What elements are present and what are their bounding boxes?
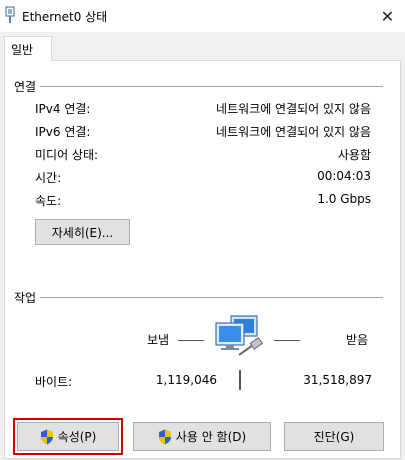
ipv6-label: IPv6 연결: — [35, 125, 91, 139]
details-button[interactable]: 자세히(E)... — [35, 219, 130, 245]
title-bar: Ethernet0 상태 ✕ — [0, 0, 405, 32]
speed-value: 1.0 Gbps — [317, 192, 371, 206]
ipv4-label: IPv4 연결: — [35, 102, 91, 116]
network-adapter-icon — [5, 6, 15, 23]
tab-panel-general — [4, 60, 401, 459]
bytes-label: 바이트: — [35, 375, 73, 389]
activity-divider — [18, 297, 383, 298]
details-button-label: 자세히(E)... — [51, 225, 114, 240]
duration-value: 00:04:03 — [317, 169, 371, 183]
received-line — [274, 340, 300, 341]
sent-line — [178, 340, 204, 341]
duration-label: 시간: — [35, 171, 62, 185]
connection-section-label: 연결 — [14, 78, 41, 95]
diagnose-button[interactable]: 진단(G) — [284, 422, 384, 451]
properties-button-label: 속성(P) — [57, 430, 97, 444]
bytes-received-value: 31,518,897 — [303, 373, 372, 387]
disable-button-label: 사용 안 함(D) — [175, 430, 247, 444]
media-state-label: 미디어 상태: — [35, 148, 99, 162]
connection-divider — [18, 86, 383, 87]
ipv6-value: 네트워크에 연결되어 있지 않음 — [216, 125, 371, 139]
close-icon: ✕ — [380, 6, 395, 26]
speed-label: 속도: — [35, 194, 62, 208]
uac-shield-icon — [40, 429, 53, 444]
sent-label: 보냄 — [147, 333, 170, 347]
media-state-value: 사용함 — [337, 148, 371, 162]
properties-button[interactable]: 속성(P) — [17, 422, 119, 451]
tab-general-label: 일반 — [11, 43, 34, 57]
ipv4-value: 네트워크에 연결되어 있지 않음 — [216, 102, 371, 116]
disable-button[interactable]: 사용 안 함(D) — [133, 422, 271, 451]
tab-general[interactable]: 일반 — [4, 36, 52, 61]
bytes-sent-value: 1,119,046 — [155, 373, 217, 387]
network-computers-icon — [215, 315, 264, 356]
uac-shield-icon — [158, 429, 171, 444]
close-button[interactable]: ✕ — [370, 0, 405, 32]
activity-section-label: 작업 — [14, 289, 41, 306]
window-title: Ethernet0 상태 — [22, 10, 108, 24]
received-label: 받음 — [346, 333, 369, 347]
diagnose-button-label: 진단(G) — [313, 430, 355, 444]
activity-divider-tick — [239, 370, 241, 390]
